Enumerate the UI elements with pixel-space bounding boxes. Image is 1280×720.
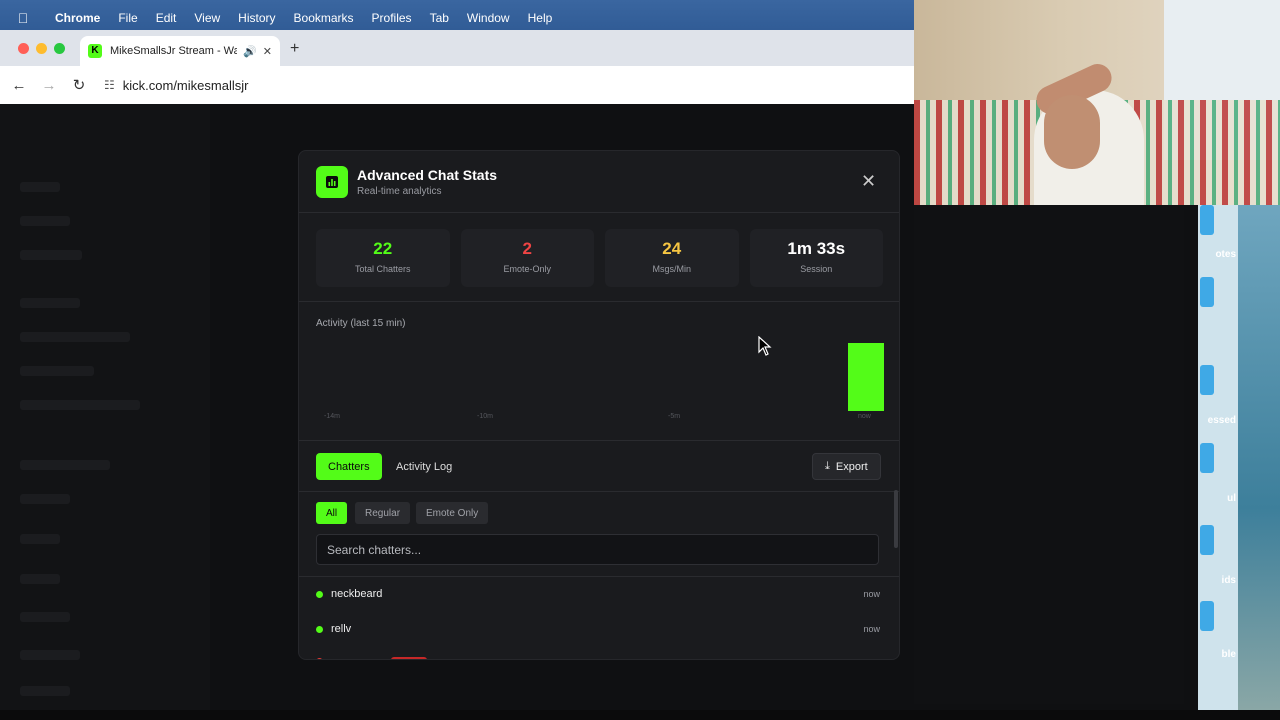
filter-emote-only[interactable]: Emote Only [416,502,489,524]
stat-emote-only: 2 Emote-Only [460,229,594,287]
close-icon[interactable]: ✕ [861,171,876,191]
chatter-last-seen: now [863,589,880,599]
stat-msgs-per-min: 24 Msgs/Min [605,229,739,287]
browser-toolbar: ← → ↻ ☷ kick.com/mikesmallsjr [0,66,914,104]
divider [299,491,899,492]
menu-help[interactable]: Help [519,11,562,25]
menu-bookmarks[interactable]: Bookmarks [285,11,363,25]
chatter-row[interactable]: neckbeard now [316,584,880,604]
modal-title: Advanced Chat Stats [357,167,498,183]
chatter-last-seen: now [863,624,880,634]
emote-only-badge [391,657,427,659]
bar-chart-icon [316,166,348,198]
tick-label: -10m [477,413,493,420]
browser-tab-strip: K MikeSmallsJr Stream - Wa 🔊 ✕ + [0,30,914,66]
online-status-dot [316,625,323,633]
side-label: otes [1215,249,1236,260]
webcam-overlay [914,0,1280,205]
new-tab-icon[interactable]: + [290,40,299,58]
forward-arrow-icon[interactable]: → [34,77,64,94]
divider [299,301,899,302]
background-side-panel: otes essed ul ids ble [1198,205,1238,710]
activity-bar [848,343,884,411]
modal-header: Advanced Chat Stats Real-time analytics … [299,151,899,213]
modal-subtitle: Real-time analytics [357,186,442,197]
background-photo [1238,205,1280,710]
side-label: essed [1207,415,1236,426]
tab-title: MikeSmallsJr Stream - Wa [110,45,238,57]
chatter-row[interactable]: rellv now [316,619,880,639]
menu-edit[interactable]: Edit [147,11,186,25]
stat-session: 1m 33s Session [749,229,883,287]
menu-file[interactable]: File [109,11,146,25]
filter-all[interactable]: All [316,502,348,524]
tick-label: now [858,413,871,420]
stat-label: Total Chatters [354,264,411,274]
menu-app-name[interactable]: Chrome [46,11,109,25]
tab-close-icon[interactable]: ✕ [263,45,272,58]
tick-label: -5m [668,413,681,420]
chat-stats-modal: Advanced Chat Stats Real-time analytics … [298,150,900,660]
activity-chart-ticks: -14m -10m -5m now [316,413,884,425]
search-chatters-input[interactable] [316,534,879,565]
divider [299,576,899,577]
export-button[interactable]: ⤓ Export [812,453,881,480]
back-arrow-icon[interactable]: ← [4,77,34,94]
filter-regular[interactable]: Regular [355,502,411,524]
stat-label: Emote-Only [503,264,551,274]
zoom-window-button[interactable] [54,43,65,54]
speaker-icon[interactable]: 🔊 [243,45,257,58]
tab-chatters[interactable]: Chatters [316,453,382,480]
menu-tab[interactable]: Tab [421,11,458,25]
chatter-row-partial[interactable] [316,657,880,659]
mouse-cursor-icon [758,336,772,356]
site-settings-icon[interactable]: ☷ [104,78,115,92]
activity-chart-title: Activity (last 15 min) [316,318,406,329]
reload-icon[interactable]: ↻ [64,76,94,94]
chatter-name: rellv [331,623,352,635]
close-window-button[interactable] [18,43,29,54]
stat-label: Session [800,264,833,274]
tick-label: -14m [324,413,340,420]
tab-activity-log[interactable]: Activity Log [384,453,464,480]
stat-total-chatters: 22 Total Chatters [316,229,450,287]
menu-window[interactable]: Window [458,11,519,25]
window-controls [18,43,65,54]
side-label: ids [1221,575,1236,586]
browser-tab-active[interactable]: K MikeSmallsJr Stream - Wa 🔊 ✕ [80,36,280,66]
address-bar[interactable]: kick.com/mikesmallsjr [123,78,249,93]
minimize-window-button[interactable] [36,43,47,54]
divider [299,440,899,441]
side-label: ble [1221,649,1236,660]
emote-status-dot [316,657,323,659]
blurred-chat-panel [914,204,1184,704]
menu-history[interactable]: History [229,11,284,25]
menu-profiles[interactable]: Profiles [363,11,421,25]
online-status-dot [316,590,323,598]
stat-value: 2 [522,239,532,258]
side-label: ul [1227,493,1236,504]
menu-view[interactable]: View [185,11,229,25]
stat-value: 24 [662,239,682,258]
apple-icon[interactable]:  [0,10,46,26]
download-icon: ⤓ [825,460,830,472]
stat-value: 22 [373,239,393,258]
export-label: Export [835,460,868,473]
kick-favicon-icon: K [88,44,102,58]
stats-row: 22 Total Chatters 2 Emote-Only 24 Msgs/M… [316,229,883,287]
modal-scrollbar[interactable] [894,490,898,548]
stat-label: Msgs/Min [652,264,691,274]
chatter-name: neckbeard [331,588,383,600]
stat-value: 1m 33s [787,239,846,258]
